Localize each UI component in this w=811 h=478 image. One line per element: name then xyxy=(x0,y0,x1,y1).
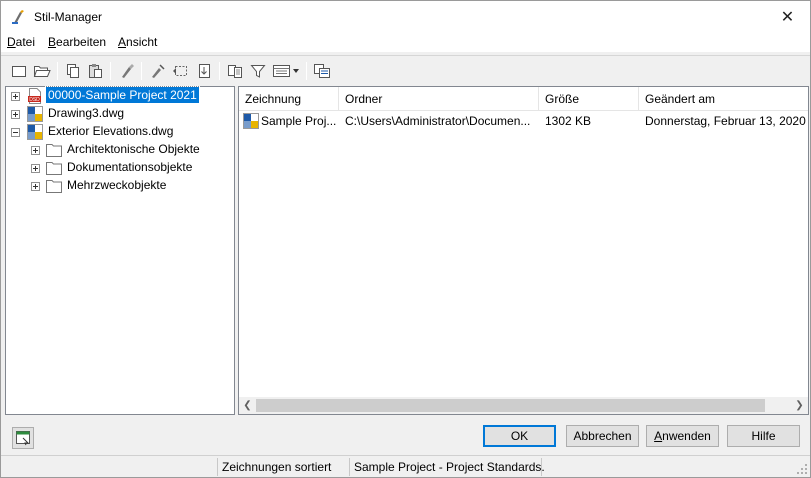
scroll-left-icon[interactable]: ❮ xyxy=(239,397,256,414)
paste-icon[interactable] xyxy=(85,61,105,81)
svg-text:DSD: DSD xyxy=(29,97,40,103)
menu-ansicht[interactable]: Ansicht xyxy=(118,35,157,49)
expand-icon[interactable] xyxy=(31,146,40,155)
toggle-view-icon[interactable] xyxy=(312,61,332,81)
drawing-tree[interactable]: DSD 00000-Sample Project 2021 Drawing3.d… xyxy=(5,86,235,415)
toolbar-separator xyxy=(306,62,307,80)
menu-bar: Datei Bearbeiten Ansicht xyxy=(1,32,810,52)
scrollbar-thumb[interactable] xyxy=(256,399,765,412)
status-bar: Zeichnungen sortiert Sample Project - Pr… xyxy=(1,455,810,477)
tree-item-sample-project[interactable]: DSD 00000-Sample Project 2021 xyxy=(6,86,234,105)
folder-icon xyxy=(46,180,62,193)
resize-grip-icon[interactable] xyxy=(796,463,808,475)
menu-datei[interactable]: Datei xyxy=(7,35,35,49)
cell-groesse: 1302 KB xyxy=(545,114,592,128)
dialog-button-bar: OK Abbrechen Anwenden Hilfe xyxy=(1,417,810,455)
list-header: Zeichnung Ordner Größe Geändert am xyxy=(239,87,808,111)
tree-item-exterior-elevations[interactable]: Exterior Elevations.dwg xyxy=(6,123,234,141)
close-icon: ✕ xyxy=(780,8,795,26)
tree-item-drawing3[interactable]: Drawing3.dwg xyxy=(6,105,234,123)
column-header-ordner[interactable]: Ordner xyxy=(339,87,539,111)
toolbar xyxy=(1,55,810,85)
title-bar: Stil-Manager ✕ xyxy=(1,1,810,32)
window-preview-icon xyxy=(16,431,30,446)
status-project: Sample Project - Project Standards. xyxy=(349,458,545,476)
cell-geaendert-am: Donnerstag, Februar 13, 2020 xyxy=(645,114,806,128)
tree-item-label: Drawing3.dwg xyxy=(48,106,125,120)
status-pane-empty xyxy=(1,458,217,476)
filter-icon[interactable] xyxy=(248,61,268,81)
tree-item-mehrzweckobjekte[interactable]: Mehrzweckobjekte xyxy=(6,177,234,195)
toolbar-separator xyxy=(57,62,58,80)
dsd-file-icon: DSD xyxy=(28,88,41,104)
cell-zeichnung: Sample Proj... xyxy=(261,114,337,128)
table-row[interactable]: Sample Proj... C:\Users\Administrator\Do… xyxy=(239,111,808,131)
tree-item-architektonische-objekte[interactable]: Architektonische Objekte xyxy=(6,141,234,159)
dwg-file-icon xyxy=(27,124,43,140)
horizontal-scrollbar[interactable]: ❮ ❯ xyxy=(239,397,808,414)
compare-icon[interactable] xyxy=(225,61,245,81)
window-title: Stil-Manager xyxy=(34,10,103,24)
preview-toggle-button[interactable] xyxy=(12,427,34,449)
expand-icon[interactable] xyxy=(11,92,20,101)
toolbar-separator xyxy=(141,62,142,80)
ok-button[interactable]: OK xyxy=(483,425,556,447)
expand-icon[interactable] xyxy=(11,110,20,119)
tree-item-dokumentationsobjekte[interactable]: Dokumentationsobjekte xyxy=(6,159,234,177)
close-button[interactable]: ✕ xyxy=(765,1,810,32)
tree-item-label: Mehrzweckobjekte xyxy=(67,178,167,192)
tree-item-label: Architektonische Objekte xyxy=(67,142,200,156)
view-icon[interactable] xyxy=(271,61,301,81)
collapse-icon[interactable] xyxy=(11,128,20,137)
tree-item-label: 00000-Sample Project 2021 xyxy=(45,86,200,104)
new-icon[interactable] xyxy=(9,61,29,81)
import-icon[interactable] xyxy=(194,61,214,81)
menu-bearbeiten[interactable]: Bearbeiten xyxy=(48,35,106,49)
status-sorted: Zeichnungen sortiert xyxy=(217,458,349,476)
help-button[interactable]: Hilfe xyxy=(727,425,800,447)
column-header-groesse[interactable]: Größe xyxy=(539,87,639,111)
dwg-file-icon xyxy=(243,113,259,129)
tree-item-label: Dokumentationsobjekte xyxy=(67,160,193,174)
toolbar-separator xyxy=(110,62,111,80)
drawing-list[interactable]: Zeichnung Ordner Größe Geändert am Sampl… xyxy=(238,86,809,415)
expand-icon[interactable] xyxy=(31,164,40,173)
edit-style-icon[interactable] xyxy=(148,61,168,81)
purge-icon[interactable] xyxy=(117,61,137,81)
tree-item-label: Exterior Elevations.dwg xyxy=(48,124,174,138)
folder-icon xyxy=(46,144,62,157)
synchronize-icon[interactable] xyxy=(171,61,191,81)
apply-button[interactable]: Anwenden xyxy=(646,425,719,447)
style-manager-icon xyxy=(12,10,24,24)
copy-icon[interactable] xyxy=(63,61,83,81)
toolbar-separator xyxy=(219,62,220,80)
stil-manager-window: Stil-Manager ✕ Datei Bearbeiten Ansicht xyxy=(0,0,811,478)
column-header-zeichnung[interactable]: Zeichnung xyxy=(239,87,339,111)
dwg-file-icon xyxy=(27,106,43,122)
open-icon[interactable] xyxy=(32,61,52,81)
scroll-right-icon[interactable]: ❯ xyxy=(791,397,808,414)
status-pane-extra xyxy=(541,458,561,476)
expand-icon[interactable] xyxy=(31,182,40,191)
cell-ordner: C:\Users\Administrator\Documen... xyxy=(345,114,531,128)
folder-icon xyxy=(46,162,62,175)
column-header-geaendert-am[interactable]: Geändert am xyxy=(639,87,808,111)
cancel-button[interactable]: Abbrechen xyxy=(566,425,639,447)
